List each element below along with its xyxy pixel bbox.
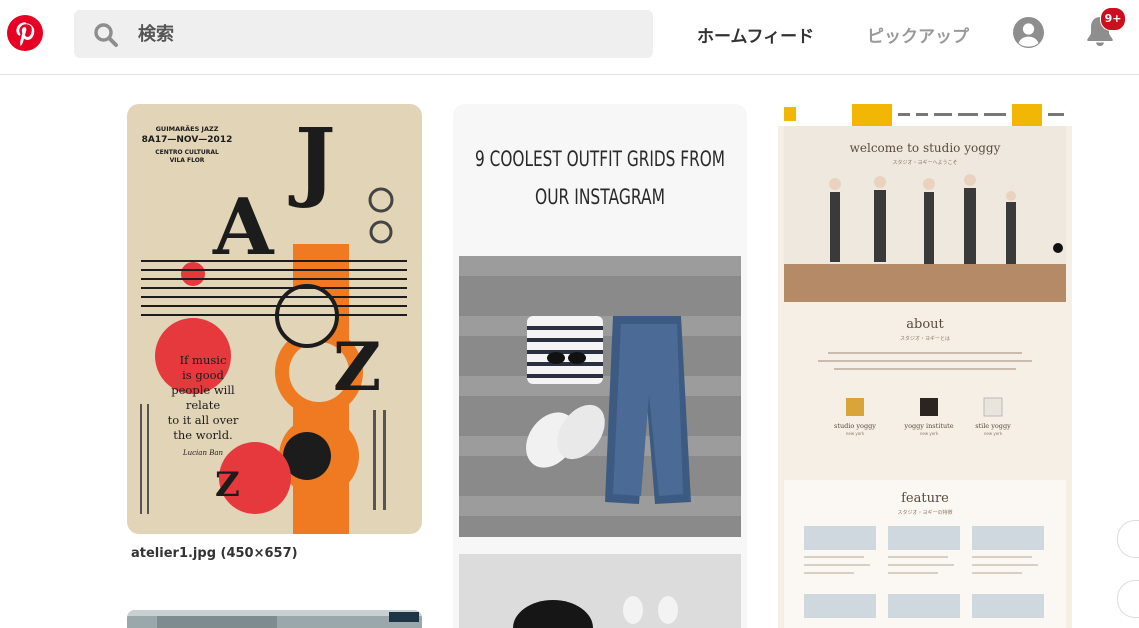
nav-pickup[interactable]: ピックアップ xyxy=(867,22,969,47)
pin-partial-building[interactable] xyxy=(127,610,422,628)
yoggy-studio-3-sub: new york xyxy=(984,431,1003,436)
pin-jazz-poster[interactable]: GUIMARÃES JAZZ 8A17—NOV—2012 CENTRO CULT… xyxy=(127,104,422,534)
poster-event: GUIMARÃES JAZZ xyxy=(156,124,219,133)
poster-dates: 8A17—NOV—2012 xyxy=(142,135,233,145)
yoggy-feature: feature xyxy=(901,491,949,506)
search-icon xyxy=(94,23,118,47)
studio-yoggy-image: welcome to studio yoggy スタジオ・ヨギーへようこそ ab… xyxy=(778,104,1072,628)
scroll-handle-1[interactable] xyxy=(1117,520,1139,558)
yoggy-welcome-sub: スタジオ・ヨギーへようこそ xyxy=(892,159,957,166)
pin-outfit-grids[interactable]: 9 COOLEST OUTFIT GRIDS FROM OUR INSTAGRA… xyxy=(453,104,747,628)
profile-icon[interactable] xyxy=(1013,17,1044,48)
poster-venue-1: CENTRO CULTURAL xyxy=(155,149,219,156)
poster-letter-z2: Z xyxy=(215,465,240,505)
search-bar[interactable] xyxy=(74,10,653,58)
yoggy-welcome: welcome to studio yoggy xyxy=(850,141,1001,155)
yoggy-studio-1: studio yoggy xyxy=(834,422,876,430)
yoggy-studio-3: stile yoggy xyxy=(975,422,1011,430)
outfit-headline-1: 9 COOLEST OUTFIT GRIDS FROM xyxy=(475,147,725,171)
poster-letter-a: A xyxy=(212,182,275,273)
quote-line-1: If music xyxy=(180,353,227,367)
poster-venue-2: VILA FLOR xyxy=(170,157,205,164)
yoggy-studio-2: yoggy institute xyxy=(903,422,953,430)
quote-author: Lucian Ban xyxy=(182,449,224,457)
quote-line-3: people will xyxy=(171,383,235,397)
quote-line-4: relate xyxy=(186,398,220,412)
yoggy-about: about xyxy=(906,317,944,332)
yoggy-feature-sub: スタジオ・ヨギーの特徴 xyxy=(897,509,952,516)
pin-studio-yoggy[interactable]: welcome to studio yoggy スタジオ・ヨギーへようこそ ab… xyxy=(778,104,1072,628)
search-input[interactable] xyxy=(138,10,638,58)
quote-line-6: the world. xyxy=(173,428,232,442)
top-nav-bar: ホームフィード ピックアップ 9+ xyxy=(0,0,1139,75)
poster-letter-z1: Z xyxy=(333,328,381,406)
quote-line-5: to it all over xyxy=(168,413,239,427)
yoggy-studio-1-sub: new york xyxy=(846,431,865,436)
pinterest-logo-icon[interactable] xyxy=(7,15,43,51)
scroll-handle-2[interactable] xyxy=(1117,580,1139,618)
quote-line-2: is good xyxy=(182,368,224,382)
outfit-grids-image: 9 COOLEST OUTFIT GRIDS FROM OUR INSTAGRA… xyxy=(453,104,747,628)
nav-home-feed[interactable]: ホームフィード xyxy=(697,22,814,47)
notification-badge: 9+ xyxy=(1100,7,1126,31)
poster-letter-j: J xyxy=(288,110,336,211)
building-photo-image xyxy=(127,610,422,628)
yoggy-about-sub: スタジオ・ヨギーとは xyxy=(900,335,950,342)
pin-caption: atelier1.jpg (450×657) xyxy=(131,546,298,561)
outfit-headline-2: OUR INSTAGRAM xyxy=(535,185,665,209)
jazz-poster-image: GUIMARÃES JAZZ 8A17—NOV—2012 CENTRO CULT… xyxy=(127,104,422,534)
yoggy-studio-2-sub: new york xyxy=(920,431,939,436)
